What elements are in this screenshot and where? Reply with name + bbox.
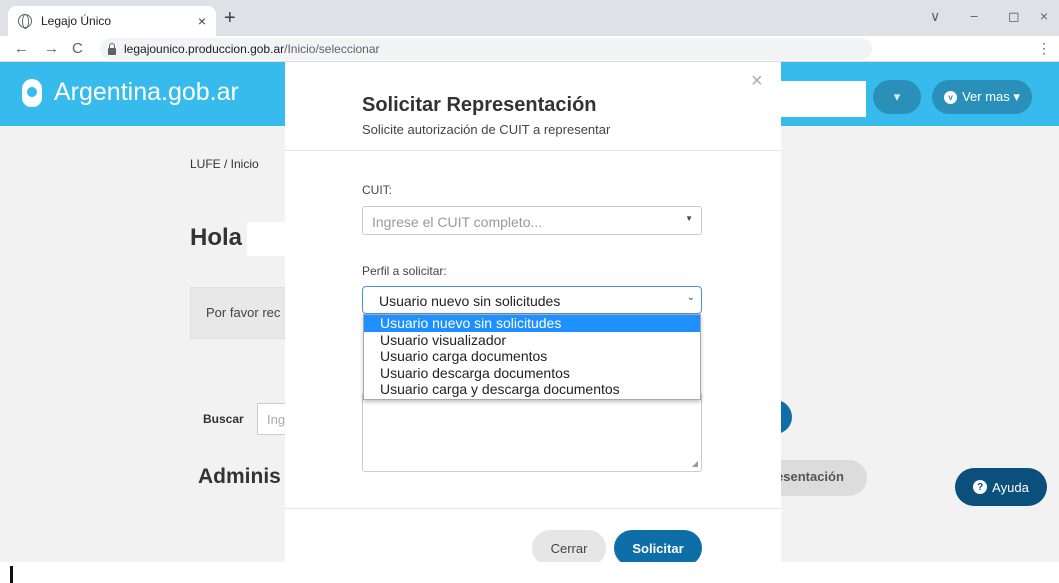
solicitar-modal: × Solicitar Representación Solicite auto… [285, 62, 781, 566]
perfil-option[interactable]: Usuario visualizador [364, 332, 700, 349]
perfil-select[interactable]: Usuario nuevo sin solicitudes ⌄ [362, 286, 702, 314]
perfil-option[interactable]: Usuario carga y descarga documentos [364, 381, 700, 398]
help-button[interactable]: ? Ayuda [955, 468, 1047, 506]
solicitar-button[interactable]: Solicitar [614, 530, 702, 566]
perfil-option[interactable]: Usuario carga documentos [364, 348, 700, 365]
bottom-strip [0, 562, 1059, 583]
back-icon[interactable]: ← [14, 40, 29, 57]
caret-down-icon: ▼ [685, 214, 693, 223]
info-box: Por favor rec [190, 287, 285, 339]
chevron-down-icon: ▾ [893, 89, 901, 104]
header-redacted-block [780, 81, 866, 117]
search-label: Buscar [203, 412, 244, 426]
browser-menu-icon[interactable]: ⋮ [1037, 40, 1051, 57]
add-representation-button[interactable]: esentación [776, 460, 867, 496]
shield-icon [22, 78, 42, 107]
lock-icon [108, 42, 116, 55]
url-path: /Inicio/seleccionar [284, 42, 380, 56]
resize-handle-icon[interactable]: ◢ [692, 459, 698, 468]
greeting: Hola [190, 224, 243, 251]
chevron-circle-icon: v [944, 90, 958, 104]
perfil-label: Perfil a solicitar: [362, 264, 447, 278]
new-tab-icon[interactable]: + [224, 7, 236, 30]
cursor-bar [10, 566, 13, 583]
perfil-option[interactable]: Usuario nuevo sin solicitudes [364, 315, 700, 332]
comment-textarea[interactable]: ◢ [362, 392, 702, 472]
restore-icon[interactable]: ◻ [1008, 8, 1020, 25]
perfil-option[interactable]: Usuario descarga documentos [364, 365, 700, 382]
modal-divider [285, 150, 781, 151]
url-domain: legajounico.produccion.gob.ar [124, 42, 285, 56]
logo-text: Argentina.gob.ar [54, 78, 239, 106]
chevron-down-icon: ⌄ [686, 292, 695, 303]
browser-toolbar: ← → C legajounico.produccion.gob.ar/Inic… [0, 36, 1059, 62]
search-input[interactable]: Ing [257, 403, 285, 435]
tab-close-icon[interactable]: × [198, 13, 206, 29]
modal-footer-divider [285, 508, 781, 509]
section-title: Adminis [198, 465, 281, 488]
cuit-label: CUIT: [362, 183, 392, 197]
browser-tabbar: Legajo Único × + ∨ − ◻ × [0, 0, 1059, 36]
close-icon[interactable]: × [751, 70, 763, 93]
address-bar[interactable]: legajounico.produccion.gob.ar/Inicio/sel… [100, 38, 872, 60]
ver-mas-button[interactable]: v Ver mas ▾ [932, 80, 1032, 114]
minimize-icon[interactable]: − [970, 8, 978, 24]
header-icon-button[interactable]: ▾ [873, 80, 921, 114]
cuit-placeholder: Ingrese el CUIT completo... [372, 214, 543, 230]
breadcrumb: LUFE / Inicio [190, 157, 259, 171]
modal-title: Solicitar Representación [362, 94, 597, 116]
reload-icon[interactable]: C [72, 40, 83, 57]
question-icon: ? [973, 480, 988, 494]
forward-icon[interactable]: → [44, 40, 59, 57]
help-label: Ayuda [992, 479, 1029, 495]
cuit-select[interactable]: Ingrese el CUIT completo... ▼ [362, 206, 702, 235]
perfil-selected: Usuario nuevo sin solicitudes [379, 293, 561, 309]
redacted-name-block [247, 222, 285, 256]
globe-icon [18, 14, 32, 29]
perfil-dropdown-list: Usuario nuevo sin solicitudes Usuario vi… [363, 314, 701, 400]
ver-mas-label: Ver mas ▾ [962, 89, 1020, 104]
site-logo[interactable]: Argentina.gob.ar [22, 78, 239, 107]
cerrar-button[interactable]: Cerrar [532, 530, 606, 566]
browser-tab[interactable]: Legajo Único × [8, 6, 216, 36]
window-close-icon[interactable]: × [1040, 8, 1048, 24]
modal-subtitle: Solicite autorización de CUIT a represen… [362, 122, 611, 137]
tab-search-icon[interactable]: ∨ [930, 8, 940, 25]
tab-title: Legajo Único [41, 14, 112, 28]
